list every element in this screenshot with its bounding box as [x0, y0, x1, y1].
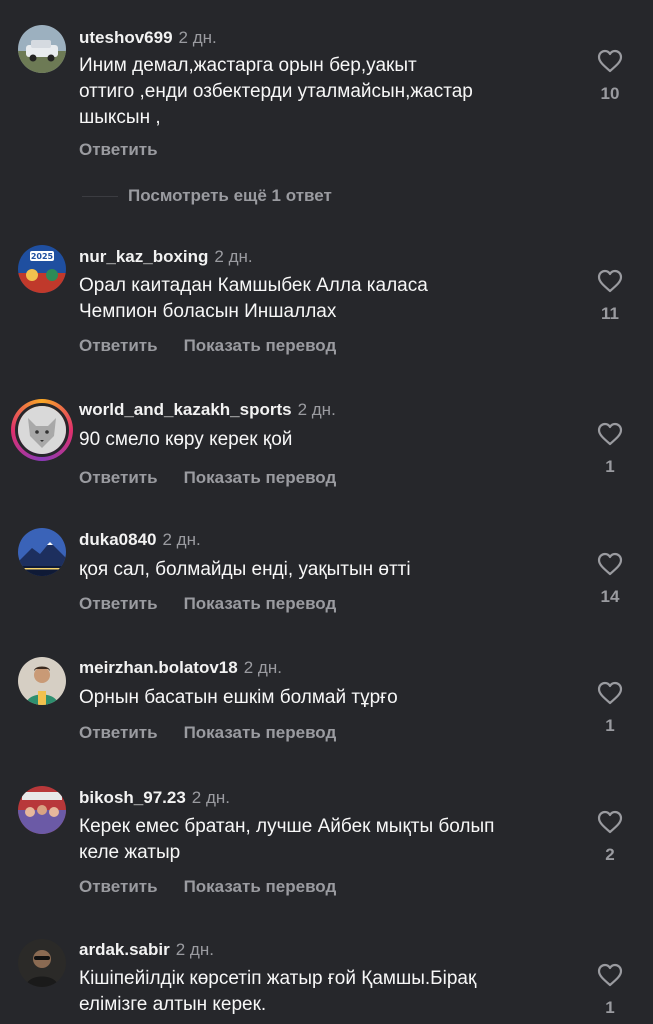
like-count: 11 [601, 304, 619, 323]
comment-line: оттиго ,енди озбектерди уталмайсын,жаста… [79, 81, 473, 102]
show-translation-button[interactable]: Показать перевод [184, 594, 337, 613]
boxing-2025-avatar-icon: 2025 [18, 245, 66, 293]
like-button[interactable]: 2 [592, 810, 628, 865]
like-button[interactable]: 1 [592, 681, 628, 736]
comment-text: Орнын басатын ешкім болмай тұрғо [79, 685, 559, 711]
comment-actions: Ответить Показать перевод [79, 723, 336, 743]
avatar-image [15, 403, 69, 457]
athlete-avatar-icon [18, 657, 66, 705]
comment-actions: Ответить Показать перевод [79, 468, 336, 488]
username[interactable]: ardak.sabir [79, 940, 170, 959]
like-button[interactable]: 10 [592, 49, 628, 104]
avatar[interactable] [18, 786, 66, 834]
heart-icon [597, 269, 623, 293]
timestamp: 2 дн. [162, 530, 201, 549]
portrait-avatar-icon [18, 939, 66, 987]
avatar[interactable] [18, 528, 66, 576]
comment-header: duka0840 2 дн. [79, 529, 201, 551]
comment-line: Кішіпейілдік көрсетіп жатыр ғой Қамшы.Бі… [79, 968, 477, 989]
like-count: 10 [600, 84, 620, 103]
reply-button[interactable]: Ответить [79, 468, 158, 487]
mountain-avatar-icon [18, 528, 66, 576]
username[interactable]: uteshov699 [79, 28, 173, 47]
comment-text: қоя сал, болмайды енді, уақытын өтті [79, 557, 559, 583]
avatar[interactable] [18, 25, 66, 73]
comment-line: Чемпион боласын Иншаллах [79, 301, 337, 322]
timestamp: 2 дн. [191, 788, 230, 807]
username[interactable]: duka0840 [79, 530, 157, 549]
comment-line: елімізге алтын керек. [79, 994, 267, 1015]
comment-actions: Ответить Показать перевод [79, 594, 336, 614]
comment-text: 90 смело көру керек қой [79, 427, 559, 453]
comment-line: шыксын , [79, 107, 161, 128]
heart-icon [597, 49, 623, 73]
timestamp: 2 дн. [178, 28, 217, 47]
heart-icon [597, 552, 623, 576]
avatar[interactable] [18, 939, 66, 987]
like-count: 1 [605, 457, 615, 476]
comment-actions: Ответить Показать перевод [79, 336, 336, 356]
like-button[interactable]: 11 [592, 269, 628, 324]
comment-actions: Ответить [79, 140, 158, 160]
username[interactable]: meirzhan.bolatov18 [79, 658, 238, 677]
like-count: 2 [605, 845, 615, 864]
comment-line: келе жатыр [79, 842, 181, 863]
heart-icon [597, 963, 623, 987]
like-button[interactable]: 1 [592, 422, 628, 477]
comment-line: Иним демал,жастарга орын бер,уакыт [79, 55, 417, 76]
heart-icon [597, 681, 623, 705]
reply-button[interactable]: Ответить [79, 140, 158, 159]
comment-text: Иним демал,жастарга орын бер,уакыт оттиг… [79, 53, 559, 131]
svg-text:2025: 2025 [31, 252, 54, 261]
comment-text: Керек емес братан, лучше Айбек мықты бол… [79, 814, 559, 866]
comment-line: Орал каитадан Камшыбек Алла каласа [79, 275, 428, 296]
wolf-avatar-icon [18, 406, 66, 454]
comment-line: 90 смело көру керек қой [79, 429, 293, 450]
avatar[interactable]: 2025 [18, 245, 66, 293]
show-translation-button[interactable]: Показать перевод [184, 723, 337, 742]
comment-line: Орнын басатын ешкім болмай тұрғо [79, 687, 398, 708]
heart-icon [597, 422, 623, 446]
comment-header: uteshov699 2 дн. [79, 27, 217, 49]
comment-header: ardak.sabir 2 дн. [79, 939, 214, 961]
group-photo-avatar-icon [18, 786, 66, 834]
comment-header: nur_kaz_boxing 2 дн. [79, 246, 253, 268]
view-more-replies-label: Посмотреть ещё 1 ответ [128, 186, 332, 205]
timestamp: 2 дн. [175, 940, 214, 959]
like-count: 14 [600, 587, 620, 606]
timestamp: 2 дн. [297, 400, 336, 419]
reply-button[interactable]: Ответить [79, 336, 158, 355]
reply-button[interactable]: Ответить [79, 877, 158, 896]
like-count: 1 [605, 716, 615, 735]
comment-line: Керек емес братан, лучше Айбек мықты бол… [79, 816, 495, 837]
comment-header: bikosh_97.23 2 дн. [79, 787, 230, 809]
like-button[interactable]: 14 [592, 552, 628, 607]
timestamp: 2 дн. [214, 247, 253, 266]
username[interactable]: bikosh_97.23 [79, 788, 186, 807]
comment-line: қоя сал, болмайды енді, уақытын өтті [79, 559, 411, 580]
comment-text: Кішіпейілдік көрсетіп жатыр ғой Қамшы.Бі… [79, 966, 559, 1018]
avatar[interactable] [11, 399, 73, 461]
car-photo-avatar-icon [18, 25, 66, 73]
username[interactable]: nur_kaz_boxing [79, 247, 208, 266]
show-translation-button[interactable]: Показать перевод [184, 336, 337, 355]
heart-icon [597, 810, 623, 834]
reply-button[interactable]: Ответить [79, 594, 158, 613]
view-more-replies-button[interactable]: Посмотреть ещё 1 ответ [82, 186, 332, 208]
like-button[interactable]: 1 [592, 963, 628, 1018]
timestamp: 2 дн. [243, 658, 282, 677]
show-translation-button[interactable]: Показать перевод [184, 468, 337, 487]
show-translation-button[interactable]: Показать перевод [184, 877, 337, 896]
comment-header: world_and_kazakh_sports 2 дн. [79, 399, 336, 421]
comment-header: meirzhan.bolatov18 2 дн. [79, 657, 282, 679]
reply-button[interactable]: Ответить [79, 723, 158, 742]
username[interactable]: world_and_kazakh_sports [79, 400, 292, 419]
divider-line [82, 195, 118, 197]
comment-text: Орал каитадан Камшыбек Алла каласа Чемпи… [79, 273, 559, 325]
avatar[interactable] [18, 657, 66, 705]
comment-actions: Ответить Показать перевод [79, 877, 336, 897]
like-count: 1 [605, 998, 615, 1017]
